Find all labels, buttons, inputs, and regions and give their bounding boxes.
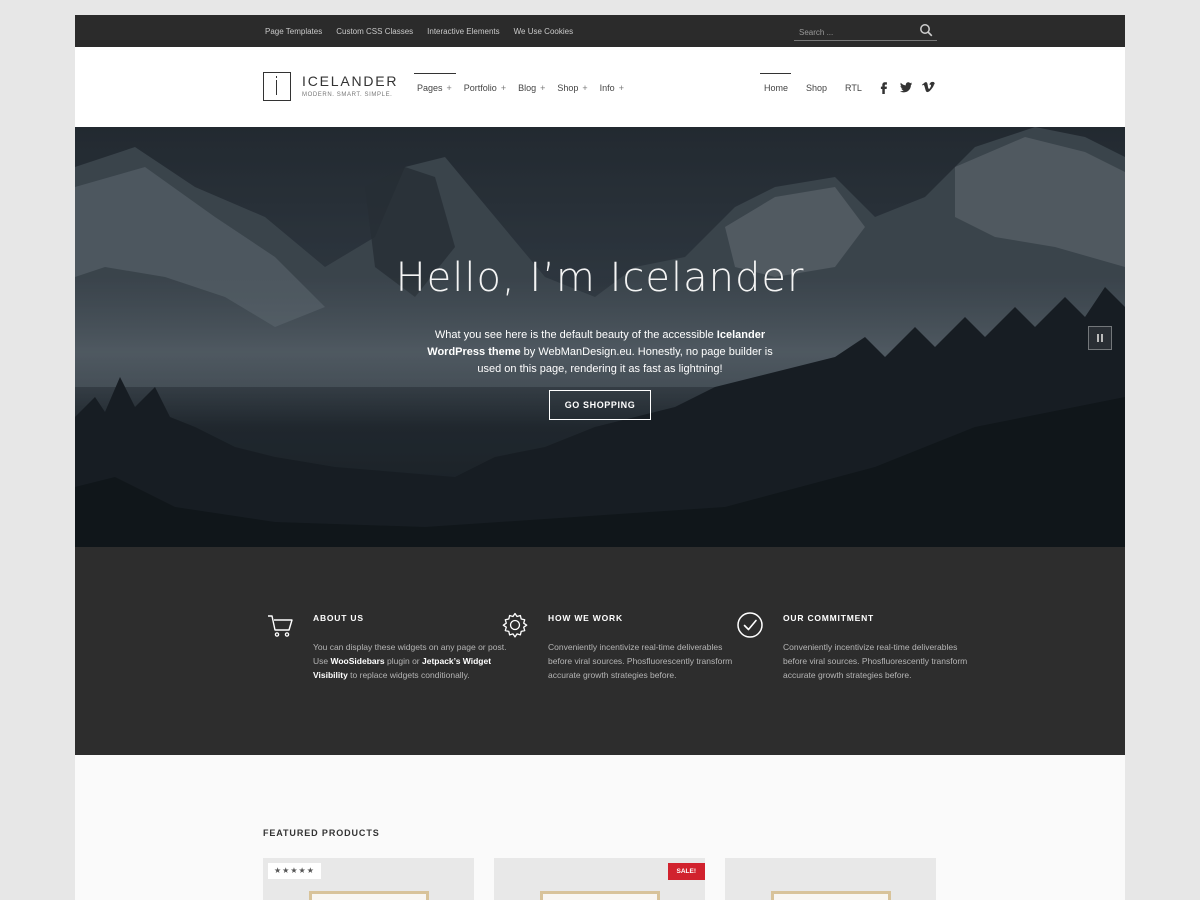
site-header: ICELANDER MODERN. SMART. SIMPLE. Pages + … bbox=[75, 47, 1125, 127]
woosidebars-link[interactable]: WooSidebars bbox=[330, 656, 384, 666]
hero-title: Hello, I’m Icelander bbox=[395, 255, 805, 301]
rating-stars-icon: ★★★★★ bbox=[268, 863, 321, 879]
search-form bbox=[794, 22, 937, 42]
link-interactive-elements[interactable]: Interactive Elements bbox=[427, 27, 499, 36]
feature-about-us: ABOUT US You can display these widgets o… bbox=[268, 611, 513, 682]
feature-title: ABOUT US bbox=[313, 613, 364, 623]
featured-products-section: FEATURED PRODUCTS ★★★★★ SALE! bbox=[75, 755, 1125, 900]
plus-icon: + bbox=[540, 83, 546, 93]
hero-description: What you see here is the default beauty … bbox=[427, 329, 773, 375]
nav-item-pages[interactable]: Pages + bbox=[414, 73, 461, 93]
subnav-item-rtl[interactable]: RTL bbox=[841, 73, 876, 93]
product-card[interactable] bbox=[725, 858, 936, 900]
sale-badge: SALE! bbox=[667, 863, 705, 880]
link-custom-css-classes[interactable]: Custom CSS Classes bbox=[336, 27, 413, 36]
feature-text: Conveniently incentivize real-time deliv… bbox=[783, 642, 968, 680]
product-image[interactable] bbox=[309, 891, 429, 900]
vimeo-icon[interactable] bbox=[921, 80, 935, 94]
plus-icon: + bbox=[582, 83, 588, 93]
top-bar: Page Templates Custom CSS Classes Intera… bbox=[75, 15, 1125, 47]
nav-item-shop[interactable]: Shop + bbox=[554, 73, 596, 93]
plus-icon: + bbox=[618, 83, 624, 93]
product-image[interactable] bbox=[540, 891, 660, 900]
feature-title: OUR COMMITMENT bbox=[783, 613, 874, 623]
nav-item-portfolio[interactable]: Portfolio + bbox=[461, 73, 515, 93]
twitter-icon[interactable] bbox=[899, 80, 913, 94]
secondary-navigation: Home Shop RTL bbox=[760, 73, 876, 93]
search-input[interactable] bbox=[794, 23, 904, 42]
page-frame: Page Templates Custom CSS Classes Intera… bbox=[75, 15, 1125, 900]
social-links bbox=[877, 80, 943, 94]
subnav-item-shop[interactable]: Shop bbox=[802, 73, 841, 93]
product-image[interactable] bbox=[771, 891, 891, 900]
feature-our-commitment: OUR COMMITMENT Conveniently incentivize … bbox=[737, 611, 983, 682]
nav-item-info[interactable]: Info + bbox=[597, 73, 633, 93]
section-heading: FEATURED PRODUCTS bbox=[263, 828, 380, 838]
go-shopping-button[interactable]: GO SHOPPING bbox=[549, 390, 651, 420]
cart-icon bbox=[268, 615, 293, 637]
link-we-use-cookies[interactable]: We Use Cookies bbox=[514, 27, 573, 36]
feature-how-we-work: HOW WE WORK Conveniently incentivize rea… bbox=[502, 611, 748, 682]
subnav-item-home[interactable]: Home bbox=[760, 73, 802, 93]
plus-icon: + bbox=[500, 83, 507, 93]
site-title[interactable]: ICELANDER bbox=[302, 73, 398, 89]
link-page-templates[interactable]: Page Templates bbox=[265, 27, 322, 36]
feature-text: Conveniently incentivize real-time deliv… bbox=[548, 642, 733, 680]
search-icon[interactable] bbox=[919, 23, 933, 37]
plus-icon: + bbox=[446, 83, 452, 93]
facebook-icon[interactable] bbox=[877, 80, 891, 94]
site-tagline: MODERN. SMART. SIMPLE. bbox=[302, 92, 393, 98]
check-circle-icon bbox=[737, 612, 763, 638]
logo-icon[interactable] bbox=[263, 72, 291, 101]
nav-item-blog[interactable]: Blog + bbox=[515, 73, 554, 93]
product-card[interactable]: ★★★★★ bbox=[263, 858, 474, 900]
product-card[interactable]: SALE! bbox=[494, 858, 705, 900]
gear-icon bbox=[502, 612, 528, 638]
main-navigation: Pages + Portfolio + Blog + Shop + Info + bbox=[414, 73, 633, 93]
top-links: Page Templates Custom CSS Classes Intera… bbox=[265, 15, 587, 47]
feature-text: You can display these widgets on any pag… bbox=[313, 642, 507, 680]
feature-title: HOW WE WORK bbox=[548, 613, 623, 623]
pause-icon[interactable] bbox=[1088, 326, 1112, 350]
hero-slider: Hello, I’m Icelander What you see here i… bbox=[75, 127, 1125, 547]
features-section: ABOUT US You can display these widgets o… bbox=[75, 547, 1125, 755]
brand[interactable]: ICELANDER MODERN. SMART. SIMPLE. bbox=[302, 73, 398, 98]
